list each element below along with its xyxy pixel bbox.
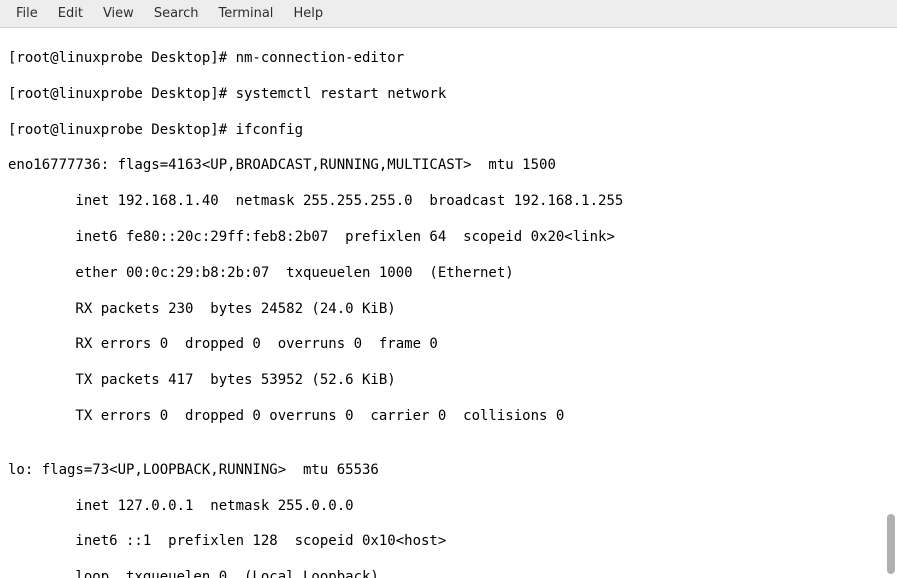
terminal-line: TX packets 417 bytes 53952 (52.6 KiB) <box>8 372 889 390</box>
terminal-line: eno16777736: flags=4163<UP,BROADCAST,RUN… <box>8 157 889 175</box>
menu-edit[interactable]: Edit <box>48 4 93 23</box>
scrollbar-thumb[interactable] <box>887 514 895 574</box>
menu-file[interactable]: File <box>6 4 48 23</box>
terminal-line: inet6 fe80::20c:29ff:feb8:2b07 prefixlen… <box>8 229 889 247</box>
terminal-output[interactable]: [root@linuxprobe Desktop]# nm-connection… <box>0 28 897 578</box>
menubar: File Edit View Search Terminal Help <box>0 0 897 28</box>
scrollbar[interactable] <box>885 26 897 578</box>
terminal-line: [root@linuxprobe Desktop]# nm-connection… <box>8 50 889 68</box>
terminal-line: RX packets 230 bytes 24582 (24.0 KiB) <box>8 301 889 319</box>
terminal-line: inet 192.168.1.40 netmask 255.255.255.0 … <box>8 193 889 211</box>
menu-view[interactable]: View <box>93 4 144 23</box>
terminal-line: [root@linuxprobe Desktop]# ifconfig <box>8 122 889 140</box>
terminal-line: ether 00:0c:29:b8:2b:07 txqueuelen 1000 … <box>8 265 889 283</box>
menu-terminal[interactable]: Terminal <box>208 4 283 23</box>
terminal-line: RX errors 0 dropped 0 overruns 0 frame 0 <box>8 336 889 354</box>
terminal-line: loop txqueuelen 0 (Local Loopback) <box>8 569 889 578</box>
terminal-line: lo: flags=73<UP,LOOPBACK,RUNNING> mtu 65… <box>8 462 889 480</box>
terminal-line: inet6 ::1 prefixlen 128 scopeid 0x10<hos… <box>8 533 889 551</box>
menu-help[interactable]: Help <box>283 4 333 23</box>
terminal-line: TX errors 0 dropped 0 overruns 0 carrier… <box>8 408 889 426</box>
menu-search[interactable]: Search <box>144 4 209 23</box>
terminal-line: inet 127.0.0.1 netmask 255.0.0.0 <box>8 498 889 516</box>
terminal-line: [root@linuxprobe Desktop]# systemctl res… <box>8 86 889 104</box>
